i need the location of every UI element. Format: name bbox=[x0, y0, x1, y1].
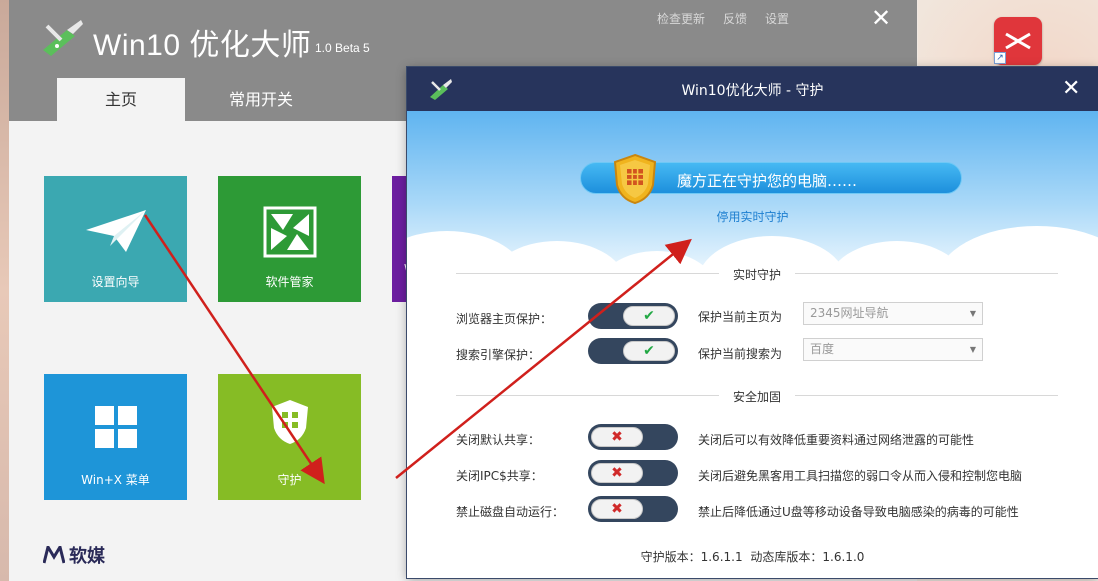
tile-label: 设置向导 bbox=[91, 275, 140, 289]
search-engine-select-value: 百度 bbox=[810, 342, 835, 356]
paper-plane-icon bbox=[85, 210, 146, 252]
app-title: Win10 优化大师 bbox=[93, 29, 312, 62]
default-share-toggle[interactable]: ✖ bbox=[588, 424, 678, 450]
toggle-knob: ✖ bbox=[591, 427, 643, 447]
disable-realtime-link[interactable]: 停用实时守护 bbox=[407, 208, 1098, 225]
cross-icon: ✖ bbox=[611, 501, 623, 517]
main-close-button[interactable]: ✕ bbox=[871, 4, 891, 32]
windows-logo-icon bbox=[94, 406, 137, 448]
toggle-knob: ✖ bbox=[591, 499, 643, 519]
section-realtime-header: 实时守护 bbox=[456, 266, 1058, 283]
tile-setup-wizard[interactable]: 设置向导 bbox=[44, 176, 187, 302]
shield-icon bbox=[271, 400, 308, 444]
toggle-knob: ✔ bbox=[623, 341, 675, 361]
search-engine-select[interactable]: 百度 ▼ bbox=[803, 338, 983, 361]
feedback-link[interactable]: 反馈 bbox=[723, 10, 747, 27]
tile-software-manager[interactable]: 软件管家 bbox=[218, 176, 361, 302]
aperture-icon bbox=[263, 206, 316, 258]
settings-link[interactable]: 设置 bbox=[765, 10, 789, 27]
app-version: 1.0 Beta 5 bbox=[315, 41, 370, 55]
current-search-label: 保护当前搜索为 bbox=[698, 347, 783, 361]
search-engine-protect-toggle[interactable]: ✔ bbox=[588, 338, 678, 364]
guard-close-button[interactable]: ✕ bbox=[1062, 76, 1080, 101]
protection-status-text: 魔方正在守护您的电脑…… bbox=[677, 172, 858, 190]
browser-home-protect-toggle[interactable]: ✔ bbox=[588, 303, 678, 329]
cross-icon: ✖ bbox=[611, 465, 623, 481]
app-logo-icon bbox=[1005, 32, 1031, 50]
version-footer: 守护版本：1.6.1.1 动态库版本：1.6.1.0 bbox=[640, 550, 865, 564]
homepage-select[interactable]: 2345网址导航 ▼ bbox=[803, 302, 983, 325]
autorun-toggle[interactable]: ✖ bbox=[588, 496, 678, 522]
watermark-text: 软媒 bbox=[69, 546, 105, 567]
header-links: 检查更新 反馈 设置 bbox=[657, 10, 789, 27]
autorun-label: 禁止磁盘自动运行： bbox=[456, 505, 565, 519]
softmedia-logo-icon bbox=[43, 546, 65, 564]
shortcut-arrow-icon: ↗ bbox=[994, 52, 1006, 64]
ipc-share-description: 关闭后避免黑客用工具扫描您的弱口令从而入侵和控制您电脑 bbox=[698, 469, 1023, 483]
toggle-knob: ✖ bbox=[591, 463, 643, 483]
autorun-description: 禁止后降低通过U盘等移动设备导致电脑感染的病毒的可能性 bbox=[698, 505, 1019, 519]
guard-shield-icon bbox=[613, 153, 657, 205]
default-share-description: 关闭后可以有效降低重要资料通过网络泄露的可能性 bbox=[698, 433, 975, 447]
tile-label: 软件管家 bbox=[265, 275, 314, 289]
ipc-share-toggle[interactable]: ✖ bbox=[588, 460, 678, 486]
swiss-knife-logo-icon bbox=[43, 20, 83, 56]
guard-dialog: Win10优化大师 - 守护 ✕ 魔方正在守护您的电脑…… 停用实时守护 实时守… bbox=[407, 67, 1098, 578]
default-share-label: 关闭默认共享： bbox=[456, 433, 541, 447]
guard-title: Win10优化大师 - 守护 bbox=[681, 83, 824, 99]
section-security-header: 安全加固 bbox=[456, 388, 1058, 405]
search-engine-protect-label: 搜索引擎保护： bbox=[456, 348, 541, 362]
section-title: 安全加固 bbox=[718, 388, 796, 405]
check-update-link[interactable]: 检查更新 bbox=[657, 10, 705, 27]
chevron-down-icon: ▼ bbox=[969, 309, 976, 318]
chevron-down-icon: ▼ bbox=[969, 345, 976, 354]
homepage-select-value: 2345网址导航 bbox=[810, 306, 889, 320]
tab-home[interactable]: 主页 bbox=[57, 78, 185, 121]
tile-label: 守护 bbox=[277, 473, 302, 487]
tile-label: Win+X 菜单 bbox=[81, 473, 150, 487]
section-title: 实时守护 bbox=[718, 266, 796, 283]
check-icon: ✔ bbox=[643, 308, 655, 324]
cross-icon: ✖ bbox=[611, 429, 623, 445]
browser-home-protect-label: 浏览器主页保护： bbox=[456, 312, 553, 326]
ipc-share-label: 关闭IPC$共享： bbox=[456, 469, 543, 483]
softmedia-watermark: 软媒 bbox=[43, 542, 105, 568]
check-icon: ✔ bbox=[643, 343, 655, 359]
current-homepage-label: 保护当前主页为 bbox=[698, 310, 783, 324]
tab-common-switches[interactable]: 常用开关 bbox=[197, 78, 325, 121]
toggle-knob: ✔ bbox=[623, 306, 675, 326]
guard-titlebar: Win10优化大师 - 守护 ✕ bbox=[407, 67, 1098, 111]
tile-guard[interactable]: 守护 bbox=[218, 374, 361, 500]
tile-winx-menu[interactable]: Win+X 菜单 bbox=[44, 374, 187, 500]
